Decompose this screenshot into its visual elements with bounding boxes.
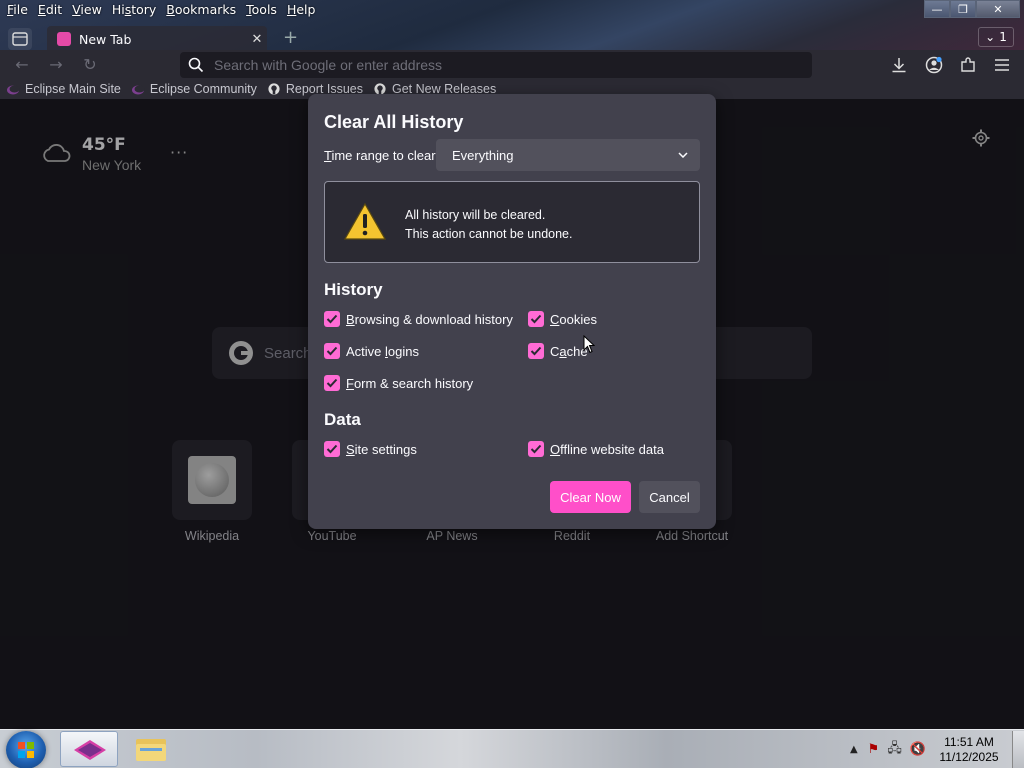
checkbox-label: Site settings xyxy=(346,441,417,457)
checkmark-icon xyxy=(324,441,340,457)
menu-file[interactable]: File xyxy=(2,0,33,20)
navigation-toolbar: ← → ↻ xyxy=(0,50,1024,79)
warning-icon xyxy=(343,202,387,240)
warning-text: All history will be cleared. This action… xyxy=(405,206,572,244)
tab-favicon-icon xyxy=(57,32,71,46)
data-section-heading: Data xyxy=(324,410,361,429)
menu-bar: File Edit View History Bookmarks Tools H… xyxy=(0,0,320,20)
bookmark-eclipse-main[interactable]: Eclipse Main Site xyxy=(6,82,121,96)
windows-taskbar: ▲ ⚑ 🖧 🔇 11:51 AM 11/12/2025 xyxy=(0,729,1024,768)
checkmark-icon xyxy=(528,441,544,457)
checkmark-icon xyxy=(528,343,544,359)
checkmark-icon xyxy=(528,311,544,327)
site-settings-checkbox[interactable]: Site settings xyxy=(324,441,417,457)
cookies-checkbox[interactable]: Cookies xyxy=(528,311,597,327)
warning-line-1: All history will be cleared. xyxy=(405,208,546,222)
browser-app-icon xyxy=(74,740,106,760)
checkbox-label: Form & search history xyxy=(346,375,474,391)
folder-icon xyxy=(136,739,166,761)
checkbox-label: Cookies xyxy=(550,311,597,327)
menu-tools[interactable]: Tools xyxy=(241,0,282,20)
chevron-down-icon: ⌄ xyxy=(985,30,996,44)
active-logins-checkbox[interactable]: Active logins xyxy=(324,343,419,359)
taskbar-browser-app[interactable] xyxy=(60,731,118,767)
system-tray: ▲ ⚑ 🖧 🔇 11:51 AM 11/12/2025 xyxy=(850,730,1024,768)
extensions-icon[interactable] xyxy=(957,54,979,76)
address-input[interactable] xyxy=(214,57,774,73)
checkmark-icon xyxy=(324,343,340,359)
menu-view[interactable]: View xyxy=(67,0,107,20)
menu-help[interactable]: Help xyxy=(282,0,321,20)
time-range-value: Everything xyxy=(452,147,514,163)
forward-arrow-icon[interactable]: → xyxy=(46,55,66,75)
time-range-select[interactable]: Everything xyxy=(436,139,700,171)
taskbar-explorer-app[interactable] xyxy=(122,731,180,767)
tab-close-icon[interactable]: ✕ xyxy=(247,32,267,47)
show-desktop-button[interactable] xyxy=(1012,730,1024,768)
checkbox-label: Browsing & download history xyxy=(346,311,513,327)
tab-new-tab[interactable]: New Tab ✕ xyxy=(47,26,267,52)
warning-line-2: This action cannot be undone. xyxy=(405,227,573,241)
show-hidden-icons-icon[interactable]: ▲ xyxy=(850,744,858,755)
search-icon xyxy=(188,57,204,73)
github-icon xyxy=(268,83,280,95)
browsing-history-checkbox[interactable]: Browsing & download history xyxy=(324,311,513,327)
checkbox-label: Cache xyxy=(550,343,588,359)
menu-bookmarks[interactable]: Bookmarks xyxy=(161,0,241,20)
form-search-history-checkbox[interactable]: Form & search history xyxy=(324,375,473,391)
back-arrow-icon[interactable]: ← xyxy=(12,55,32,75)
maximize-button[interactable]: ❐ xyxy=(950,0,976,18)
clear-history-dialog: Clear All History Time range to clear: E… xyxy=(308,94,716,529)
checkmark-icon xyxy=(324,375,340,391)
start-button[interactable] xyxy=(6,731,46,768)
window-controls: — ❐ ✕ xyxy=(924,0,1020,18)
mouse-cursor-icon xyxy=(583,335,595,354)
firefox-view-icon xyxy=(12,32,28,46)
windows-logo-icon xyxy=(18,742,34,758)
hamburger-menu-icon[interactable] xyxy=(991,54,1013,76)
chevron-down-icon xyxy=(678,152,688,158)
clock-date: 11/12/2025 xyxy=(939,749,999,764)
time-range-label: Time range to clear: xyxy=(324,148,440,163)
list-all-tabs-button[interactable]: ⌄ 1 xyxy=(978,27,1014,47)
network-icon[interactable]: 🖧 xyxy=(887,739,902,761)
account-icon[interactable] xyxy=(923,54,945,76)
warning-box: All history will be cleared. This action… xyxy=(324,181,700,263)
eclipse-icon xyxy=(131,85,145,95)
offline-data-checkbox[interactable]: Offline website data xyxy=(528,441,664,457)
downloads-icon[interactable] xyxy=(888,54,910,76)
reload-icon[interactable]: ↻ xyxy=(80,55,100,75)
cache-checkbox[interactable]: Cache xyxy=(528,343,588,359)
checkmark-icon xyxy=(324,311,340,327)
checkbox-label: Active logins xyxy=(346,343,419,359)
clear-now-button[interactable]: Clear Now xyxy=(550,481,631,513)
menu-history[interactable]: History xyxy=(107,0,161,20)
tab-title: New Tab xyxy=(79,31,132,47)
tab-count: 1 xyxy=(999,30,1007,44)
clock[interactable]: 11:51 AM 11/12/2025 xyxy=(932,735,1006,765)
checkbox-label: Offline website data xyxy=(550,441,664,457)
firefox-view-button[interactable] xyxy=(8,28,32,50)
history-section-heading: History xyxy=(324,280,383,299)
bookmark-label: Eclipse Community xyxy=(149,82,257,96)
eclipse-icon xyxy=(7,85,20,95)
bookmark-label: Eclipse Main Site xyxy=(25,82,121,96)
clock-time: 11:51 AM xyxy=(944,734,994,749)
new-tab-button[interactable]: + xyxy=(283,28,298,48)
action-center-flag-icon[interactable]: ⚑ xyxy=(868,742,880,757)
address-bar[interactable] xyxy=(180,52,812,78)
cancel-button[interactable]: Cancel xyxy=(639,481,700,513)
bookmark-eclipse-community[interactable]: Eclipse Community xyxy=(131,82,257,96)
close-button[interactable]: ✕ xyxy=(976,0,1020,18)
menu-edit[interactable]: Edit xyxy=(33,0,67,20)
dialog-title: Clear All History xyxy=(324,112,464,132)
tab-strip: New Tab ✕ + ⌄ 1 xyxy=(0,24,1024,52)
minimize-button[interactable]: — xyxy=(924,0,950,18)
volume-muted-icon[interactable]: 🔇 xyxy=(910,742,926,757)
